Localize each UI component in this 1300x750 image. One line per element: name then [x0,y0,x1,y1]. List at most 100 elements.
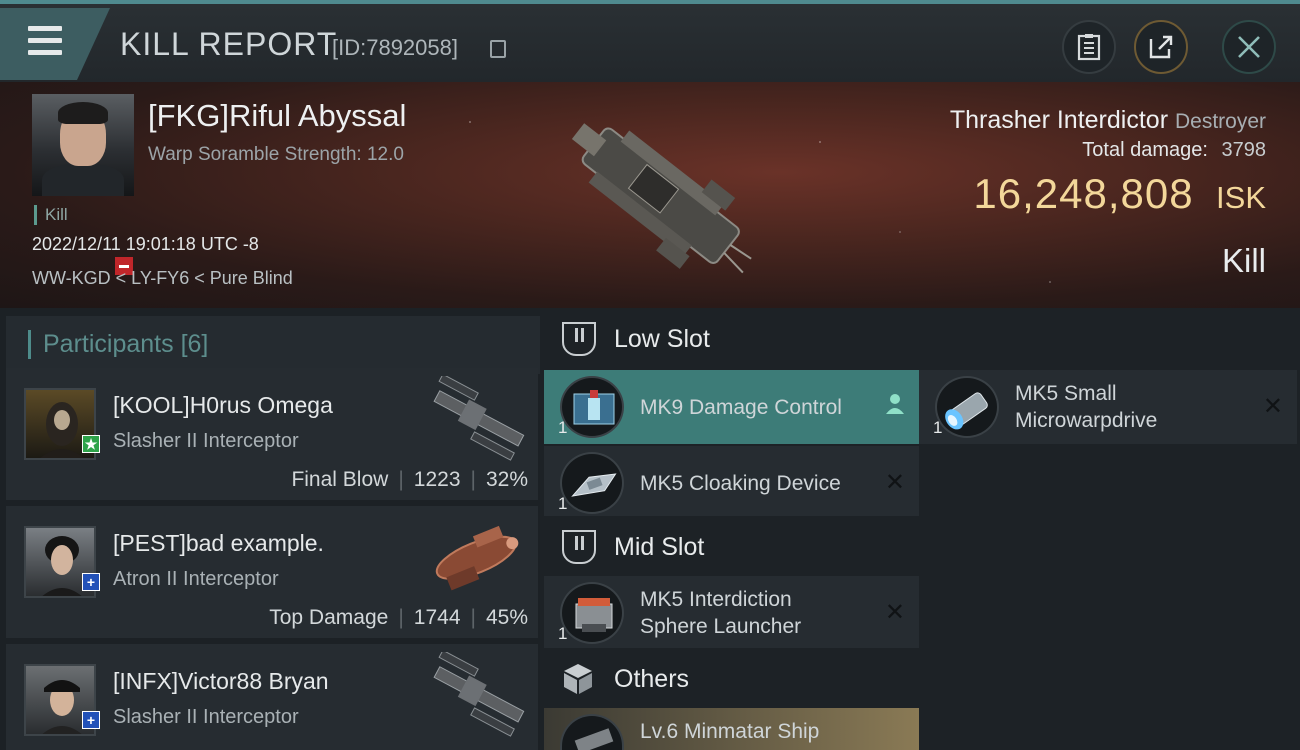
share-button[interactable] [1134,20,1188,74]
participants-panel: Participants [6] ★ [KOOL]H0rus Omega Sla… [0,308,540,750]
low-slot-header: Low Slot [544,308,1294,372]
module-image [573,390,615,425]
module-name: MK5 Small Microwarpdrive [1015,382,1158,432]
menu-icon-bar [28,38,62,43]
victim-ship-name[interactable]: Thrasher Interdictor Destroyer [950,106,1266,135]
module-image [574,728,614,750]
module-item[interactable]: 1 MK9 Damage Control [544,370,919,444]
participant-ship-image [435,525,519,591]
close-icon [1238,36,1260,58]
ship-item-icon [560,714,624,750]
box-icon [564,664,592,694]
victim-name[interactable]: [FKG]Riful Abyssal [148,98,406,134]
share-icon [1149,35,1173,59]
module-quantity: 1 [558,624,568,643]
low-slot-icon [562,322,596,356]
module-name: MK5 Interdiction Sphere Launcher [640,588,802,638]
module-image [571,473,617,497]
report-log-button[interactable] [1062,20,1116,74]
total-damage-value: 3798 [1221,139,1267,161]
report-id: [ID:7892058] [332,35,458,60]
participant-ship: Atron II Interceptor [113,568,279,590]
participant-percent: 45% [485,606,528,629]
low-slot-title: Low Slot [614,325,710,353]
close-button[interactable] [1222,20,1276,74]
others-header: Others [544,648,919,712]
module-item[interactable]: 1 MK5 Cloaking Device ✕ [544,446,919,520]
plus-icon: + [82,711,100,729]
participant-damage: 1223 [413,468,461,491]
participant-percent: 32% [485,468,528,491]
isk-value: 16,248,808 ISK [973,170,1266,218]
participant-ship: Slasher II Interceptor [113,706,299,728]
user-icon [886,394,904,414]
menu-button[interactable] [0,8,110,80]
participant-ship-image [433,652,525,737]
module-name: MK5 Cloaking Device [640,472,841,495]
participant-damage: 1744 [413,606,461,629]
ship-class: Destroyer [1174,110,1266,133]
module-item[interactable]: 1 MK5 Interdiction Sphere Launcher ✕ [544,576,919,650]
kill-datetime: 2022/12/11 19:01:18 UTC -8 [32,234,259,254]
module-image [945,392,988,430]
stats-separator: | [398,606,404,629]
stats-separator: | [398,468,404,491]
clipboard-icon [1077,34,1101,61]
destroyed-x-icon: ✕ [1262,393,1283,420]
warp-scramble-strength: Warp Soramble Strength: 12.0 [148,144,404,165]
mid-slot-icon [562,530,596,564]
module-name: MK9 Damage Control [640,396,842,419]
module-name: Lv.6 Minmatar Ship [640,720,820,743]
avatar-hair [58,102,108,124]
page-title: KILL REPORT [120,26,338,62]
participant-ship: Slasher II Interceptor [113,430,299,452]
interdiction-launcher-icon [560,582,624,644]
participant-ship-image [433,376,525,461]
participant-row[interactable]: ★ [KOOL]H0rus Omega Slasher II Intercept… [6,368,538,500]
ship-name: Thrasher Interdictor [949,106,1169,134]
fittings-panel: Low Slot 1 MK9 Damage Control 1 MK5 Smal… [540,308,1300,750]
participant-row[interactable]: + [INFX]Victor88 Bryan Slasher II Interc… [6,644,538,750]
avatar-body [42,164,124,196]
mid-slot-header: Mid Slot [544,516,919,580]
module-quantity: 1 [933,418,943,437]
participants-title: Participants [43,330,174,358]
participants-title-group: Participants [6] [28,330,208,359]
total-damage-label: Total damage: [1082,139,1208,161]
participant-name: [KOOL]H0rus Omega [113,392,333,418]
participant-name: [PEST]bad example. [113,530,324,556]
participants-count: [6] [180,330,209,358]
module-image [575,598,613,632]
stats-separator: | [470,468,476,491]
participant-role: Top Damage [269,606,389,629]
menu-icon [28,26,62,31]
plus-icon: + [82,573,100,591]
participant-role: Final Blow [291,468,389,491]
stats-separator: | [470,606,476,629]
participant-row[interactable]: + [PEST]bad example. Atron II Intercepto… [6,506,538,638]
total-damage: Total damage: 3798 [1082,139,1266,162]
destroyed-x-icon: ✕ [884,469,905,496]
participant-stats: Top Damage | 1744 | 45% [269,606,528,630]
isk-unit: ISK [1216,180,1266,215]
module-item[interactable]: 1 MK5 Small Microwarpdrive ✕ [919,370,1297,444]
mid-slot-title: Mid Slot [614,533,705,561]
others-title: Others [614,665,690,693]
kill-result: Kill [1221,242,1266,279]
destroyed-x-icon: ✕ [884,599,905,626]
kill-report-screen: KILL REPORT [ID:7892058] [FKG]Riful Abys… [0,0,1300,750]
module-quantity: 1 [558,494,568,513]
star-icon: ★ [82,435,100,453]
participant-stats: Final Blow | 1223 | 32% [291,468,528,492]
microwarpdrive-icon [935,376,999,438]
kill-location[interactable]: WW-KGD < LY-FY6 < Pure Blind [32,268,293,289]
participants-header: Participants [6] [6,316,540,374]
cloaking-device-icon [560,452,624,514]
module-item[interactable]: Lv.6 Minmatar Ship [544,708,919,750]
damage-control-icon [560,376,624,438]
victim-banner: [FKG]Riful Abyssal Warp Soramble Strengt… [0,82,1300,308]
header-bar: KILL REPORT [ID:7892058] [0,0,1300,82]
victim-avatar[interactable] [32,94,134,196]
victim-ship-image[interactable] [540,90,770,300]
copy-icon[interactable] [490,40,506,58]
